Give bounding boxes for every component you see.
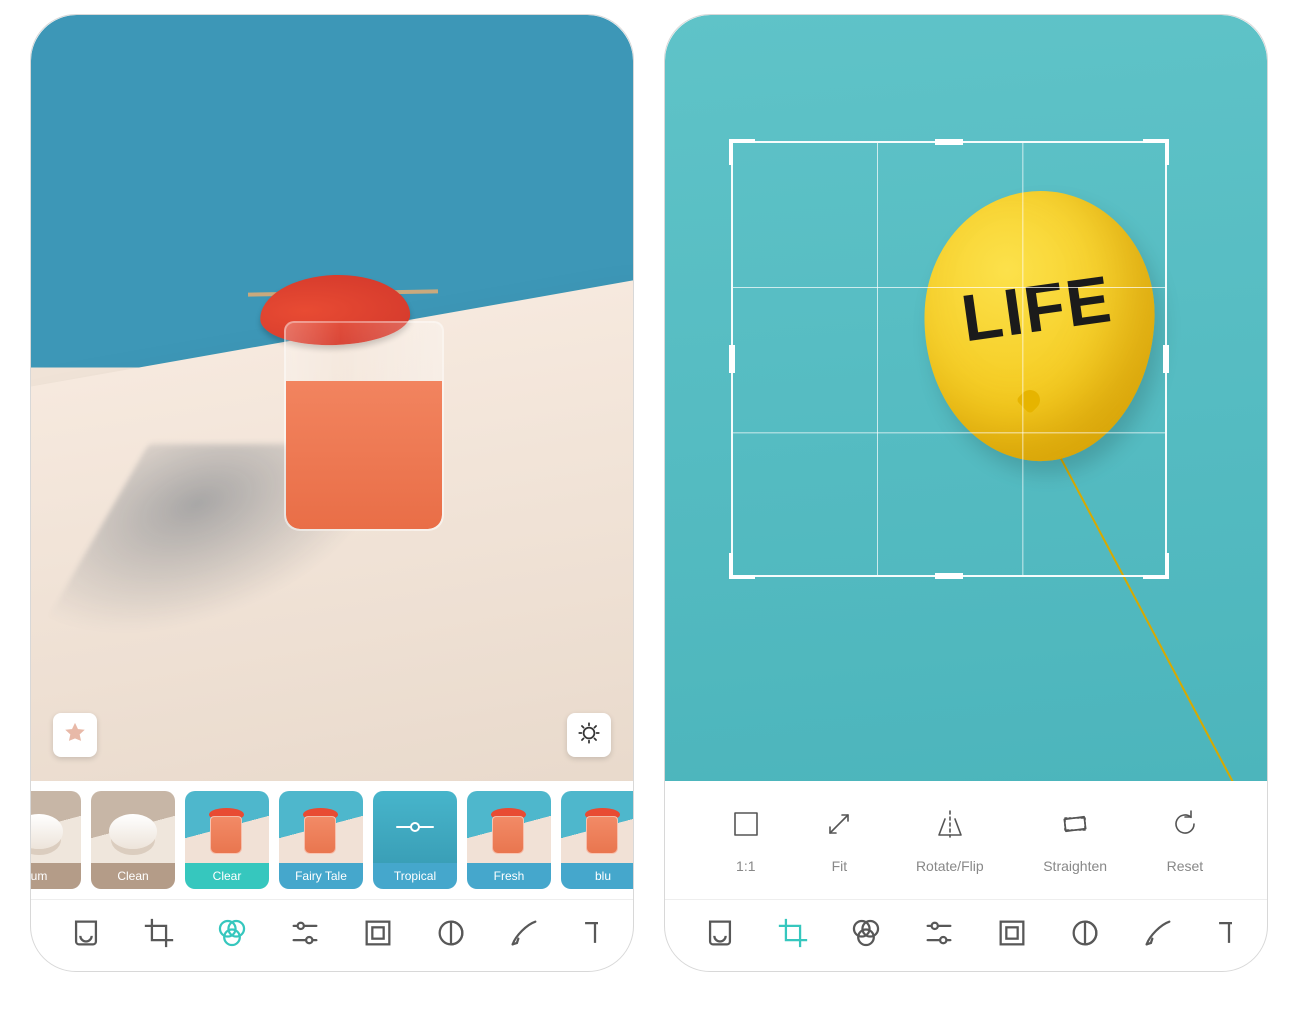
text-tool[interactable]	[578, 917, 598, 955]
crop-tool-rotate-flip[interactable]: Rotate/Flip	[916, 807, 984, 874]
shape-tool[interactable]	[1066, 917, 1104, 955]
crop-tool-fit[interactable]: Fit	[822, 807, 856, 874]
adjust-icon	[288, 916, 322, 955]
ratio-icon	[729, 807, 763, 844]
text-icon	[1212, 917, 1232, 955]
shape-icon	[434, 916, 468, 955]
brush-tool[interactable]	[1139, 917, 1177, 955]
filter-label: Fairy Tale	[279, 863, 363, 889]
favorite-button[interactable]	[53, 713, 97, 757]
filter-clear[interactable]: Clear	[185, 791, 269, 889]
device-filters: um Clean Clear Fairy Tale Tropical Fresh blu	[30, 14, 634, 972]
filter-thumbnail	[467, 791, 551, 863]
filter-fairy-tale[interactable]: Fairy Tale	[279, 791, 363, 889]
adjust-tool[interactable]	[286, 917, 324, 955]
filter-clean[interactable]: Clean	[91, 791, 175, 889]
auto-icon	[69, 916, 103, 955]
brush-icon	[1141, 916, 1175, 955]
adjust-tool[interactable]	[920, 917, 958, 955]
crop-tool-label: Rotate/Flip	[916, 858, 984, 874]
crop-tool-label: Straighten	[1043, 858, 1107, 874]
compare-button[interactable]	[567, 713, 611, 757]
filter-thumbnail	[91, 791, 175, 863]
crop-icon	[776, 916, 810, 955]
filter-label: Fresh	[467, 863, 551, 889]
crop-tool-label: Fit	[832, 858, 848, 874]
photo-preview[interactable]	[31, 15, 633, 781]
crop-tool-1-1[interactable]: 1:1	[729, 807, 763, 874]
filters-tool[interactable]	[847, 917, 885, 955]
star-icon	[63, 721, 87, 750]
filter-label: Clean	[91, 863, 175, 889]
filters-icon	[215, 916, 249, 955]
auto-icon	[703, 916, 737, 955]
frame-icon	[995, 916, 1029, 955]
crop-box[interactable]	[731, 141, 1167, 577]
adjust-icon	[922, 916, 956, 955]
filter-thumbnail	[373, 791, 457, 863]
crop-tool[interactable]	[140, 917, 178, 955]
shape-tool[interactable]	[432, 917, 470, 955]
filter-um[interactable]: um	[31, 791, 81, 889]
bottom-toolbar	[31, 899, 633, 971]
brush-tool[interactable]	[505, 917, 543, 955]
crop-tools-row: 1:1 Fit Rotate/Flip Straighten Reset	[665, 781, 1267, 899]
frame-tool[interactable]	[359, 917, 397, 955]
crop-handle-left[interactable]	[729, 345, 735, 373]
crop-handle-bottom[interactable]	[935, 573, 963, 579]
shape-icon	[1068, 916, 1102, 955]
fit-icon	[822, 807, 856, 844]
filter-thumbnail	[279, 791, 363, 863]
cocktail-scene	[31, 15, 633, 781]
crop-tool[interactable]	[774, 917, 812, 955]
filter-label: um	[31, 863, 81, 889]
straighten-icon	[1058, 807, 1092, 844]
filter-label: blu	[561, 863, 633, 889]
bottom-toolbar	[665, 899, 1267, 971]
text-icon	[578, 917, 598, 955]
filters-tool[interactable]	[213, 917, 251, 955]
filter-label: Clear	[185, 863, 269, 889]
rotateflip-icon	[933, 807, 967, 844]
crop-handle-bl[interactable]	[729, 553, 755, 579]
frame-icon	[361, 916, 395, 955]
text-tool[interactable]	[1212, 917, 1232, 955]
crop-handle-top[interactable]	[935, 139, 963, 145]
filter-tropical[interactable]: Tropical	[373, 791, 457, 889]
crop-tool-reset[interactable]: Reset	[1167, 807, 1204, 874]
filter-fresh[interactable]: Fresh	[467, 791, 551, 889]
crop-tool-label: Reset	[1167, 858, 1204, 874]
crop-tool-label: 1:1	[736, 858, 755, 874]
filter-label: Tropical	[373, 863, 457, 889]
crop-tool-straighten[interactable]: Straighten	[1043, 807, 1107, 874]
filters-icon	[849, 916, 883, 955]
auto-tool[interactable]	[67, 917, 105, 955]
filter-thumbnail	[31, 791, 81, 863]
brush-icon	[507, 916, 541, 955]
filter-thumbnail	[185, 791, 269, 863]
auto-tool[interactable]	[701, 917, 739, 955]
crop-handle-tr[interactable]	[1143, 139, 1169, 165]
device-crop: LIFE 1:1 Fit Rotate/Flip Straighten Reset	[664, 14, 1268, 972]
frame-tool[interactable]	[993, 917, 1031, 955]
filter-thumbnail	[561, 791, 633, 863]
crop-handle-tl[interactable]	[729, 139, 755, 165]
filter-blu[interactable]: blu	[561, 791, 633, 889]
filter-strip[interactable]: um Clean Clear Fairy Tale Tropical Fresh blu	[31, 781, 633, 899]
compare-icon	[576, 720, 602, 751]
crop-handle-right[interactable]	[1163, 345, 1169, 373]
reset-icon	[1168, 807, 1202, 844]
crop-canvas[interactable]: LIFE	[665, 15, 1267, 781]
crop-icon	[142, 916, 176, 955]
crop-handle-br[interactable]	[1143, 553, 1169, 579]
